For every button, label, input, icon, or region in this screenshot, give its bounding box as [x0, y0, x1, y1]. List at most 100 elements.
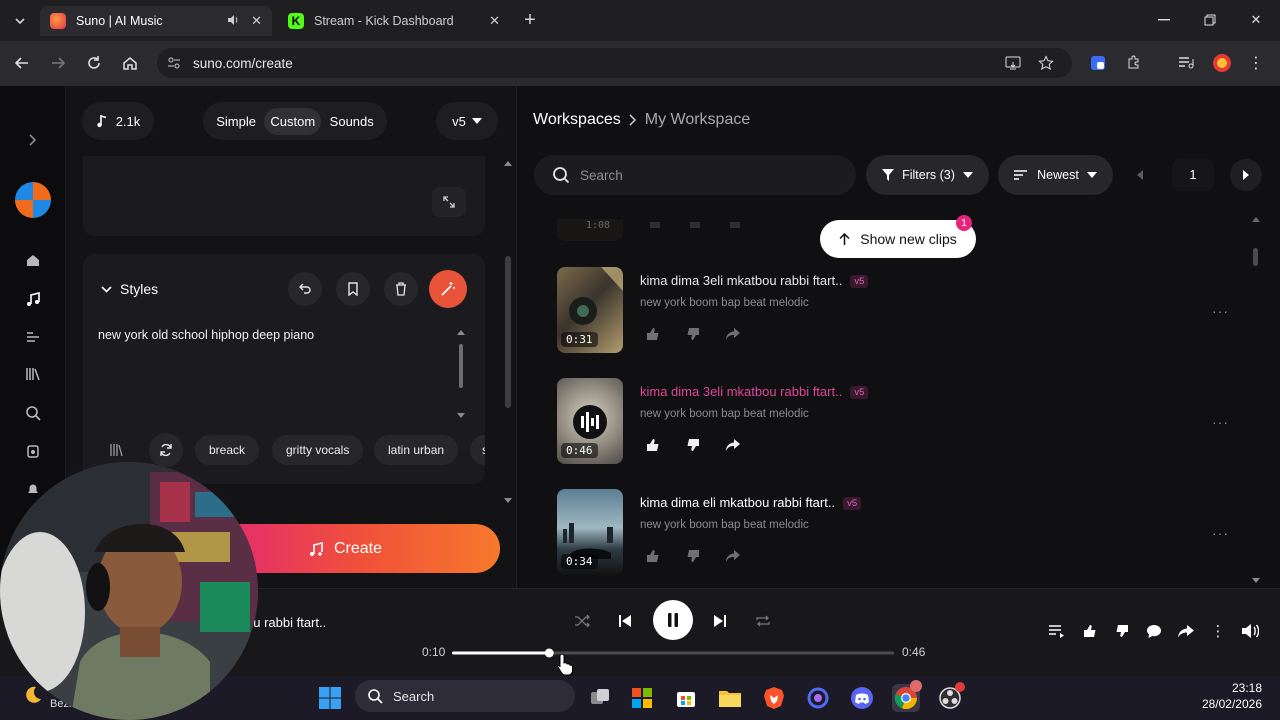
clip-title[interactable]: kima dima 3eli mkatbou rabbi ftart.. v5	[640, 384, 869, 400]
clock-date[interactable]: 28/02/2026	[1188, 697, 1262, 711]
user-avatar[interactable]	[15, 182, 51, 218]
mode-sounds-tab[interactable]: Sounds	[324, 108, 380, 135]
close-window-icon[interactable]: ✕	[1246, 10, 1266, 30]
tab-suno[interactable]: Suno | AI Music ✕	[40, 6, 272, 36]
profile-avatar-icon[interactable]	[1210, 51, 1234, 75]
create-music-icon[interactable]	[22, 288, 44, 310]
share-icon[interactable]	[720, 323, 746, 345]
extensions-puzzle-icon[interactable]	[1122, 51, 1146, 75]
windows-start-icon[interactable]	[316, 684, 344, 712]
style-chip[interactable]: gritty vocals	[272, 435, 364, 465]
mode-custom-tab[interactable]: Custom	[264, 107, 322, 135]
tab-audio-icon[interactable]	[226, 13, 240, 27]
magic-wand-button[interactable]	[429, 270, 467, 308]
create-panel-scrollbar[interactable]	[502, 156, 514, 510]
tab-search-chevron-icon[interactable]	[8, 9, 32, 33]
more-options-icon[interactable]: ···	[1212, 303, 1229, 319]
share-icon[interactable]	[720, 434, 746, 456]
clip-title[interactable]: kima dima 3eli mkatbou rabbi ftart.. v5	[640, 273, 869, 289]
file-explorer-icon[interactable]	[716, 684, 744, 712]
browser-menu-icon[interactable]: ⋮	[1244, 51, 1268, 75]
styles-toggle[interactable]: Styles	[101, 281, 158, 297]
copilot-icon[interactable]	[804, 684, 832, 712]
sort-dropdown[interactable]: Newest	[998, 155, 1113, 195]
like-icon[interactable]	[640, 545, 666, 567]
close-tab-icon[interactable]: ✕	[489, 13, 500, 29]
page-number[interactable]: 1	[1172, 159, 1214, 191]
extension-shield-icon[interactable]	[1086, 51, 1110, 75]
lyrics-card[interactable]	[83, 156, 485, 236]
clip-list-scrollbar[interactable]	[1250, 214, 1262, 588]
studio-icon[interactable]	[22, 326, 44, 348]
bookmark-star-icon[interactable]	[1038, 55, 1054, 71]
brave-browser-icon[interactable]	[760, 684, 788, 712]
next-track-icon[interactable]	[709, 610, 731, 632]
styles-textarea[interactable]: new york old school hiphop deep piano	[98, 328, 314, 342]
breadcrumb-workspaces[interactable]: Workspaces	[533, 111, 621, 129]
style-chip[interactable]: breack	[195, 435, 260, 465]
library-icon[interactable]	[22, 363, 44, 385]
cast-icon[interactable]	[1005, 55, 1021, 71]
tab-kick[interactable]: K Stream - Kick Dashboard ✕	[278, 6, 510, 36]
previous-track-icon[interactable]	[614, 610, 636, 632]
styles-scrollbar[interactable]	[455, 328, 467, 424]
list-item[interactable]: 0:46 kima dima 3eli mkatbou rabbi ftart.…	[557, 378, 1257, 464]
widgets-icon[interactable]	[628, 684, 656, 712]
more-options-icon[interactable]: ···	[1212, 525, 1229, 541]
like-icon[interactable]	[1080, 621, 1100, 641]
progress-bar[interactable]	[452, 648, 894, 658]
home-icon[interactable]	[22, 249, 44, 271]
model-version-dropdown[interactable]: v5	[436, 102, 498, 140]
shuffle-icon[interactable]	[572, 610, 594, 632]
minimize-icon[interactable]	[1154, 10, 1174, 30]
list-item[interactable]: 0:34 kima dima eli mkatbou rabbi ftart..…	[557, 489, 1257, 575]
taskbar-search-input[interactable]: Search	[355, 680, 575, 712]
clock-time[interactable]: 23:18	[1188, 681, 1262, 695]
volume-icon[interactable]	[1240, 621, 1260, 641]
credits-pill[interactable]: 2.1k	[82, 102, 154, 140]
comments-icon[interactable]	[1144, 621, 1164, 641]
mode-simple-tab[interactable]: Simple	[210, 108, 262, 135]
shuffle-styles-button[interactable]	[149, 433, 183, 467]
undo-styles-button[interactable]	[288, 272, 322, 306]
reload-icon[interactable]	[82, 51, 106, 75]
clip-title[interactable]: kima dima eli mkatbou rabbi ftart.. v5	[640, 495, 862, 511]
repeat-icon[interactable]	[752, 610, 774, 632]
list-item[interactable]: 0:31 kima dima 3eli mkatbou rabbi ftart.…	[557, 267, 1257, 353]
dislike-icon[interactable]	[1112, 621, 1132, 641]
new-tab-icon[interactable]: +	[518, 8, 542, 32]
queue-icon[interactable]	[1047, 621, 1067, 641]
like-icon[interactable]	[640, 323, 666, 345]
forward-arrow-icon[interactable]	[46, 51, 70, 75]
weather-moon-icon[interactable]	[22, 684, 44, 706]
next-page-icon[interactable]	[1230, 159, 1262, 191]
clip-thumbnail[interactable]: 0:46	[557, 378, 623, 464]
more-options-icon[interactable]: ···	[1212, 414, 1229, 430]
back-arrow-icon[interactable]	[10, 51, 34, 75]
show-new-clips-button[interactable]: Show new clips	[820, 220, 976, 258]
prev-page-icon[interactable]	[1126, 161, 1154, 189]
like-icon[interactable]	[640, 434, 666, 456]
discord-icon[interactable]	[848, 684, 876, 712]
close-tab-icon[interactable]: ✕	[251, 13, 262, 29]
expand-sidebar-chevron-icon[interactable]	[22, 129, 44, 151]
filters-button[interactable]: Filters (3)	[866, 155, 989, 195]
dislike-icon[interactable]	[680, 545, 706, 567]
site-settings-icon[interactable]	[167, 56, 181, 70]
pause-button[interactable]	[653, 600, 693, 640]
share-icon[interactable]	[720, 545, 746, 567]
restore-icon[interactable]	[1200, 10, 1220, 30]
task-view-icon[interactable]	[586, 684, 614, 712]
style-library-icon[interactable]	[107, 440, 127, 460]
save-style-bookmark-button[interactable]	[336, 272, 370, 306]
expand-lyrics-icon[interactable]	[432, 187, 466, 217]
search-input[interactable]: Search	[534, 155, 856, 195]
home-icon[interactable]	[118, 51, 142, 75]
dislike-icon[interactable]	[680, 323, 706, 345]
clear-styles-trash-button[interactable]	[384, 272, 418, 306]
address-bar[interactable]: suno.com/create	[157, 48, 1072, 78]
dislike-icon[interactable]	[680, 434, 706, 456]
hooks-icon[interactable]	[22, 440, 44, 462]
more-options-icon[interactable]: ⋮	[1208, 621, 1228, 641]
media-control-icon[interactable]	[1174, 51, 1198, 75]
